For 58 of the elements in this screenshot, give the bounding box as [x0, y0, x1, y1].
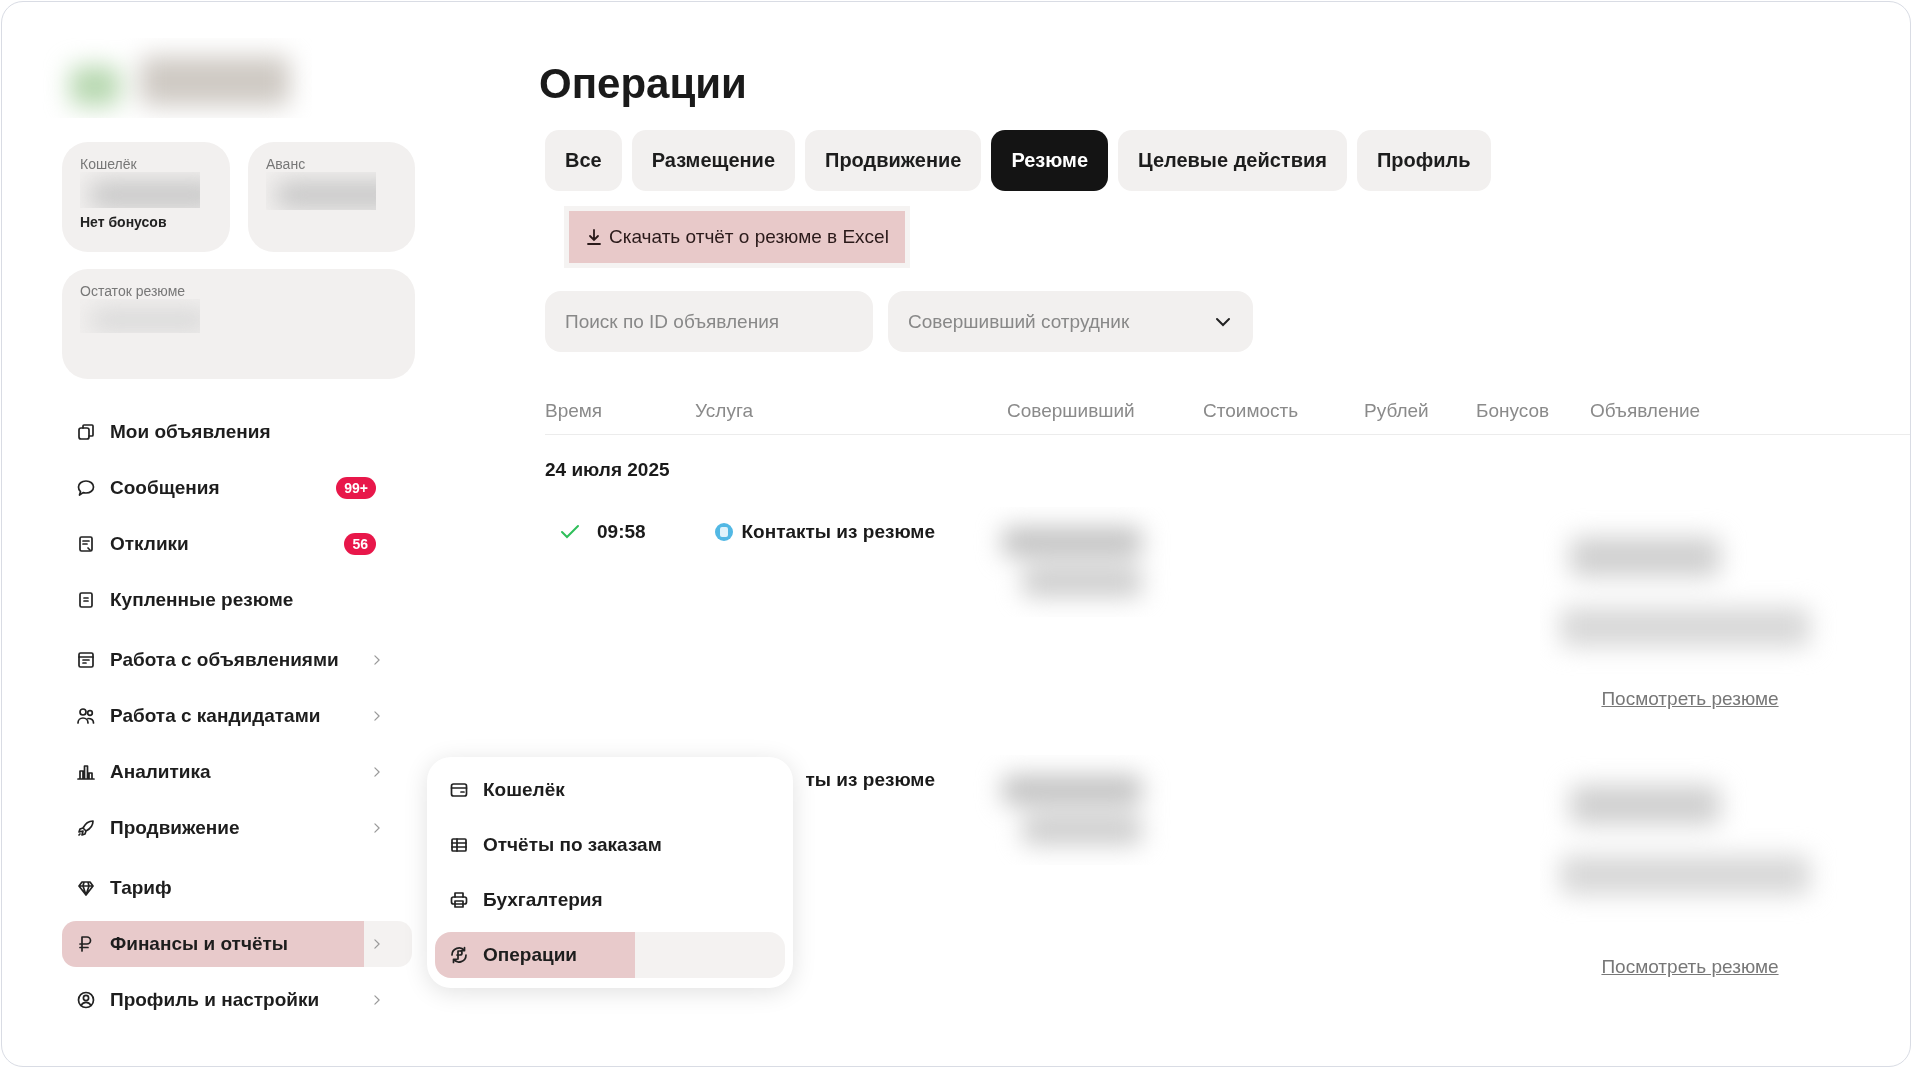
nav-item[interactable]: Отклики 56 [62, 521, 412, 567]
nav-item[interactable]: Работа с объявлениями [62, 637, 412, 683]
nav-item[interactable]: Купленные резюме [62, 577, 412, 623]
service-name: Контакты из резюме [741, 521, 935, 543]
date-heading: 24 июля 2025 [545, 459, 670, 481]
diamond-icon [76, 878, 96, 898]
people-icon [76, 706, 96, 726]
document-icon [76, 590, 96, 610]
filter-tab[interactable]: Резюме [991, 130, 1109, 191]
nav-item[interactable]: Аналитика [62, 749, 412, 795]
column-header: Время [545, 400, 603, 421]
column-header: Рублей [1364, 400, 1429, 421]
service-name: ты из резюме [805, 769, 935, 791]
submenu-item[interactable]: Бухгалтерия [435, 877, 785, 923]
board-icon [76, 650, 96, 670]
bonus-note: Нет бонусов [80, 214, 168, 230]
column-header: Совершивший [1007, 400, 1135, 421]
submenu-item[interactable]: Кошелёк [435, 767, 785, 813]
filter-tab[interactable]: Продвижение [805, 130, 982, 191]
column-header: Бонусов [1476, 400, 1550, 421]
column-header: Стоимость [1203, 400, 1299, 421]
view-resume-link[interactable]: Посмотреть резюме [1601, 688, 1779, 710]
card-label: Аванс [266, 156, 307, 172]
download-icon [585, 228, 603, 246]
nav-item[interactable]: Сообщения 99+ [62, 465, 412, 511]
page-title: Операции [539, 60, 747, 108]
filter-tab[interactable]: Целевые действия [1118, 130, 1347, 191]
nav-item[interactable]: Тариф [62, 865, 412, 911]
card-label: Кошелёк [80, 156, 138, 172]
bar-chart-icon [76, 762, 96, 782]
column-header: Услуга [695, 400, 753, 421]
filter-tab[interactable]: Профиль [1356, 130, 1491, 191]
contact-card-icon [713, 522, 734, 542]
nav-item[interactable]: Работа с кандидатами [62, 693, 412, 739]
copy-icon [76, 422, 96, 442]
nav-item[interactable]: Продвижение [62, 805, 412, 851]
time-text: 09:58 [597, 521, 646, 543]
list-icon [76, 534, 96, 554]
filter-tab[interactable]: Все [545, 130, 622, 191]
count-badge: 56 [344, 533, 376, 555]
card-label: Остаток резюме [80, 283, 187, 299]
rocket-icon [76, 818, 96, 838]
column-header: Объявление [1590, 400, 1701, 421]
user-circle-icon [76, 990, 96, 1010]
nav-item[interactable]: Мои объявления [62, 409, 412, 455]
wallet-icon [449, 780, 469, 800]
submenu-item[interactable]: Отчёты по заказам [435, 822, 785, 868]
view-resume-link[interactable]: Посмотреть резюме [1601, 956, 1779, 978]
coin-cycle-icon [449, 945, 469, 965]
search-field[interactable]: Поиск по ID объявления [545, 291, 873, 352]
printer-icon [449, 890, 469, 910]
nav-item[interactable]: Финансы и отчёты [62, 921, 412, 967]
submenu-item[interactable]: Операции [435, 932, 785, 978]
filter-tab[interactable]: Размещение [631, 130, 795, 191]
table-icon [449, 835, 469, 855]
count-badge: 99+ [336, 477, 376, 499]
nav-item[interactable]: Профиль и настройки [62, 977, 412, 1023]
chat-bubble-icon [76, 478, 96, 498]
